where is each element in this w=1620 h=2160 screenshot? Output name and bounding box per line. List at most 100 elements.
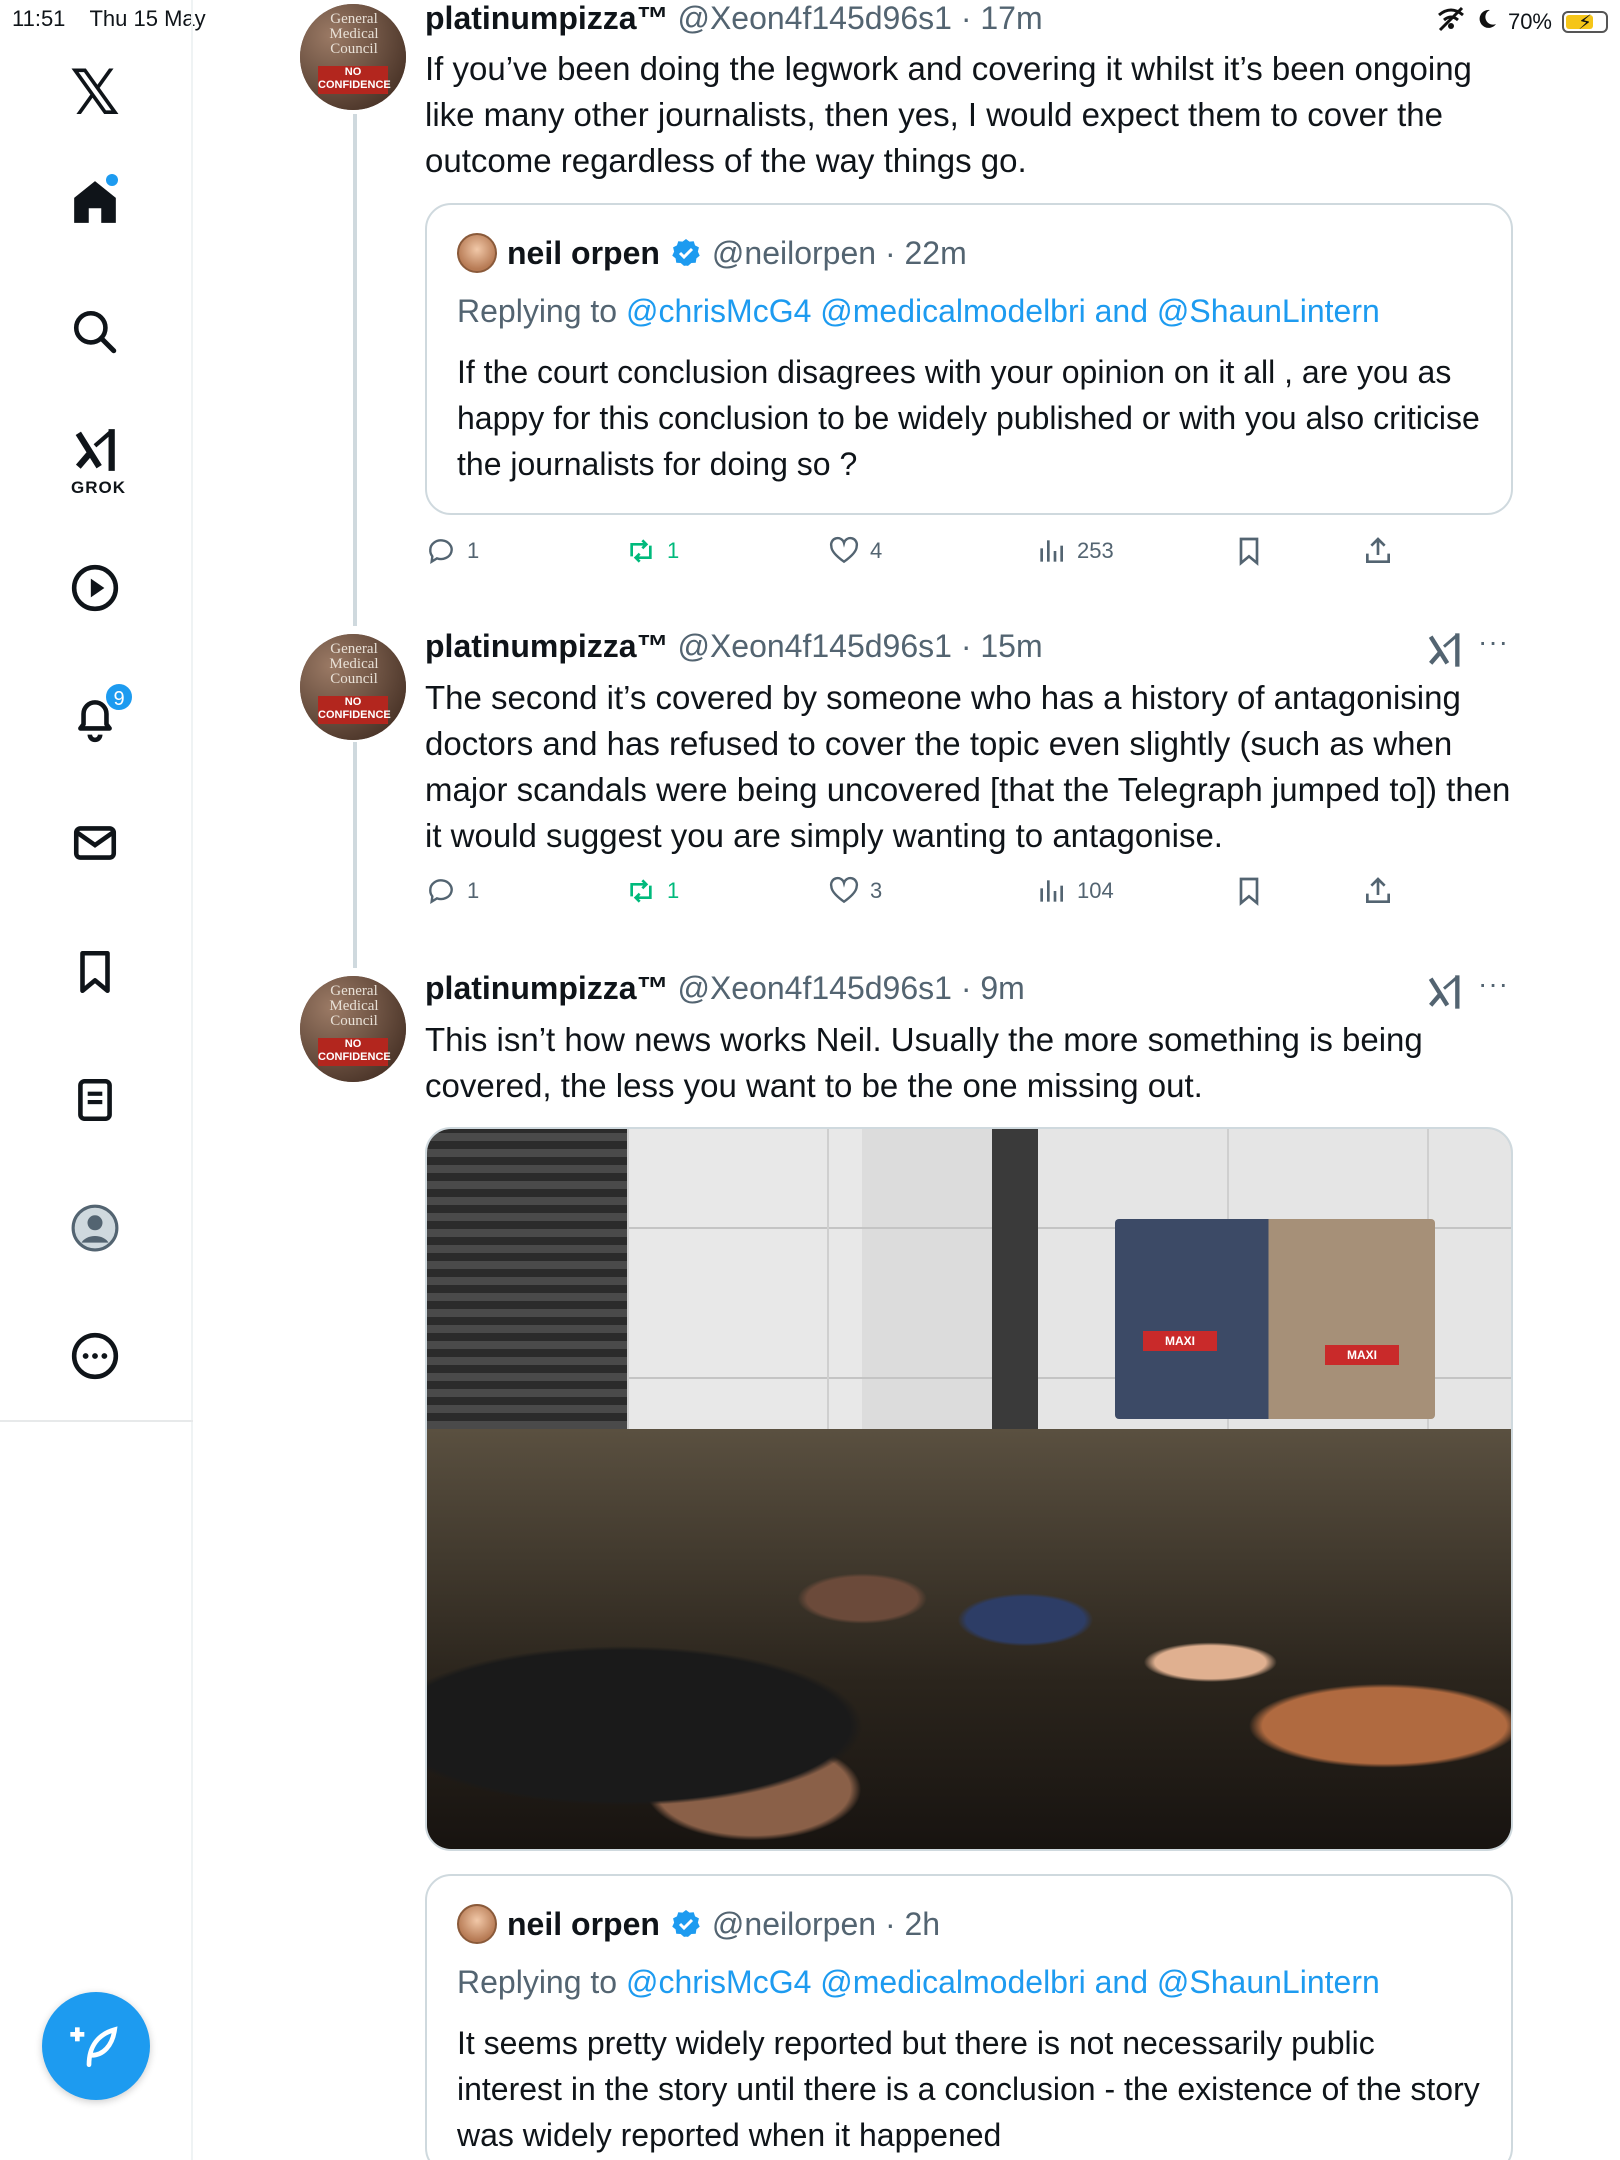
share-button[interactable]: [1362, 535, 1394, 567]
avatar[interactable]: General Medical Council NO CONFIDENCE: [300, 634, 406, 740]
search-icon: [73, 310, 117, 354]
grok-explain-icon[interactable]: [1424, 972, 1464, 1012]
avatar-text: General Medical Council: [329, 11, 379, 57]
thread-line: [353, 742, 357, 968]
quoted-tweet[interactable]: neil orpen @neilorpen · 2h Replying to @…: [425, 1874, 1513, 2160]
envelope-icon: [73, 826, 117, 860]
tweet-handle-time[interactable]: @Xeon4f145d96s1 · 9m: [677, 970, 1024, 1006]
quote-text: It seems pretty widely reported but ther…: [457, 2025, 1480, 2153]
retweet-button[interactable]: 1: [625, 875, 679, 907]
replying-to-links[interactable]: @chrisMcG4 @medicalmodelbri and @ShaunLi…: [626, 1964, 1380, 2000]
press-crowd: [427, 1429, 1511, 1849]
grok-explain-icon[interactable]: [1424, 630, 1464, 670]
tweet-author-name[interactable]: platinumpizza™: [425, 970, 669, 1006]
bookmark-button[interactable]: [1233, 875, 1265, 907]
reply-button[interactable]: 1: [425, 875, 479, 907]
tweet-handle-time[interactable]: @Xeon4f145d96s1 · 17m: [677, 0, 1042, 36]
quote-handle-time: @neilorpen · 2h: [711, 1905, 941, 1942]
avatar-stamp: NO CONFIDENCE: [318, 1038, 391, 1066]
avatar[interactable]: General Medical Council NO CONFIDENCE: [300, 976, 406, 1082]
verified-badge-icon: [672, 1910, 700, 1937]
more-options-icon[interactable]: ···: [1478, 626, 1509, 658]
views-chart-icon: [1040, 880, 1063, 902]
status-indicators: 70% ⚡: [1436, 6, 1608, 38]
tweet-handle-time[interactable]: @Xeon4f145d96s1 · 15m: [677, 628, 1042, 664]
grok-label: GROK: [71, 478, 126, 497]
sidebar-item-home[interactable]: [55, 162, 135, 242]
more-options-icon[interactable]: ···: [1478, 968, 1509, 1000]
quote-handle-time: @neilorpen · 22m: [711, 234, 967, 271]
list-icon: [78, 1078, 112, 1122]
views-button[interactable]: 253: [1035, 535, 1114, 567]
moon-icon: [1476, 8, 1498, 36]
share-button[interactable]: [1362, 875, 1394, 907]
battery-icon: ⚡: [1562, 11, 1608, 34]
compose-post-button[interactable]: [42, 1992, 150, 2100]
avatar-text: General Medical Council: [329, 983, 379, 1029]
like-button[interactable]: 4: [828, 535, 882, 567]
sidebar-item-messages[interactable]: [55, 803, 135, 883]
tweet-actions: 1 1 3 104: [425, 875, 1425, 915]
compose-feather-icon: [70, 2026, 118, 2067]
replying-prefix: Replying to: [457, 1964, 626, 2000]
retweet-icon: [630, 879, 652, 903]
views-count: 104: [1077, 878, 1114, 903]
grok-icon: [75, 429, 115, 471]
tweet-header: platinumpizza™ @Xeon4f145d96s1 · 9m: [425, 970, 1025, 1007]
quote-avatar: [457, 1904, 497, 1944]
quote-header: neil orpen @neilorpen · 22m: [457, 233, 967, 273]
reply-icon: [429, 879, 453, 905]
quote-text: If the court conclusion disagrees with y…: [457, 354, 1480, 482]
home-new-dot: [106, 174, 118, 186]
sidebar-item-profile[interactable]: [55, 1188, 135, 1268]
tweet-photo[interactable]: MAXI MAXI: [425, 1127, 1513, 1851]
avatar-text: General Medical Council: [329, 641, 379, 687]
sidebar-item-bookmarks[interactable]: [55, 932, 135, 1012]
reply-count: 1: [467, 538, 480, 563]
more-circle-icon: [71, 1332, 119, 1380]
tweet-author-name[interactable]: platinumpizza™: [425, 0, 669, 36]
bookmark-icon: [1239, 537, 1259, 566]
tweet-header: platinumpizza™ @Xeon4f145d96s1 · 17m: [425, 0, 1043, 37]
billboard-sign: MAXI: [1143, 1331, 1217, 1351]
quoted-tweet[interactable]: neil orpen @neilorpen · 22m Replying to …: [425, 203, 1513, 515]
heart-icon: [829, 876, 859, 904]
like-button[interactable]: 3: [828, 875, 882, 907]
sidebar-item-more[interactable]: [55, 1316, 135, 1396]
quote-author-name: neil orpen: [507, 234, 660, 271]
share-icon: [1366, 877, 1390, 903]
tweet-text: The second it’s covered by someone who h…: [425, 679, 1511, 854]
sidebar-item-search[interactable]: [55, 292, 135, 372]
retweet-count: 1: [667, 538, 680, 563]
sidebar-item-video[interactable]: [55, 548, 135, 628]
heart-icon: [829, 536, 859, 564]
like-count: 4: [870, 538, 883, 563]
quote-header: neil orpen @neilorpen · 2h: [457, 1904, 940, 1944]
reply-count: 1: [467, 878, 480, 903]
x-logo-button[interactable]: 𝕏: [55, 52, 135, 132]
retweet-button[interactable]: 1: [625, 535, 679, 567]
share-icon: [1366, 537, 1390, 563]
views-button[interactable]: 104: [1035, 875, 1114, 907]
quote-replying-to: Replying to @chrisMcG4 @medicalmodelbri …: [457, 1964, 1380, 2001]
replying-to-links[interactable]: @chrisMcG4 @medicalmodelbri and @ShaunLi…: [626, 293, 1380, 329]
thread-line: [353, 114, 357, 626]
views-count: 253: [1077, 538, 1114, 563]
tweet-author-name[interactable]: platinumpizza™: [425, 628, 669, 664]
billboard-sign: MAXI: [1325, 1345, 1399, 1365]
billboard: MAXI MAXI: [1115, 1219, 1435, 1419]
sidebar: 𝕏 GROK 9: [0, 0, 193, 2160]
tweet-text: If you’ve been doing the legwork and cov…: [425, 50, 1472, 179]
wifi-off-icon: [1436, 6, 1466, 38]
avatar[interactable]: General Medical Council NO CONFIDENCE: [300, 4, 406, 110]
bookmark-button[interactable]: [1233, 535, 1265, 567]
sidebar-item-lists[interactable]: [55, 1060, 135, 1140]
notifications-badge: 9: [104, 682, 134, 712]
retweet-icon: [630, 539, 652, 563]
avatar-stamp: NO CONFIDENCE: [318, 66, 391, 94]
like-count: 3: [870, 878, 883, 903]
reply-button[interactable]: 1: [425, 535, 479, 567]
sidebar-divider: [0, 1420, 193, 1422]
x-logo-icon: 𝕏: [70, 55, 120, 129]
profile-avatar-icon: [71, 1204, 119, 1252]
